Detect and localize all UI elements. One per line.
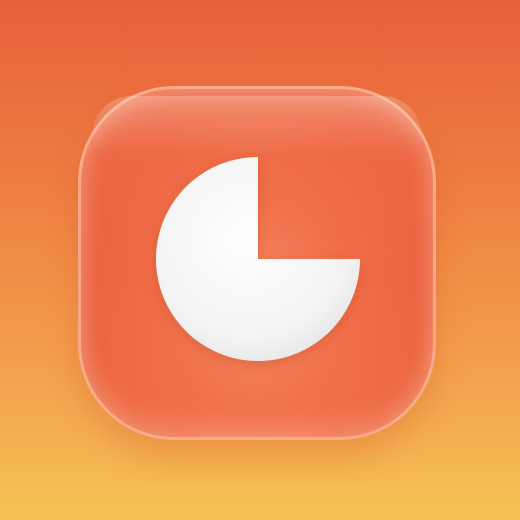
pie-chart-icon [156, 157, 360, 361]
pie-slice-filled [156, 157, 360, 361]
app-icon-canvas [0, 0, 520, 520]
pie-slice-missing [258, 157, 360, 259]
